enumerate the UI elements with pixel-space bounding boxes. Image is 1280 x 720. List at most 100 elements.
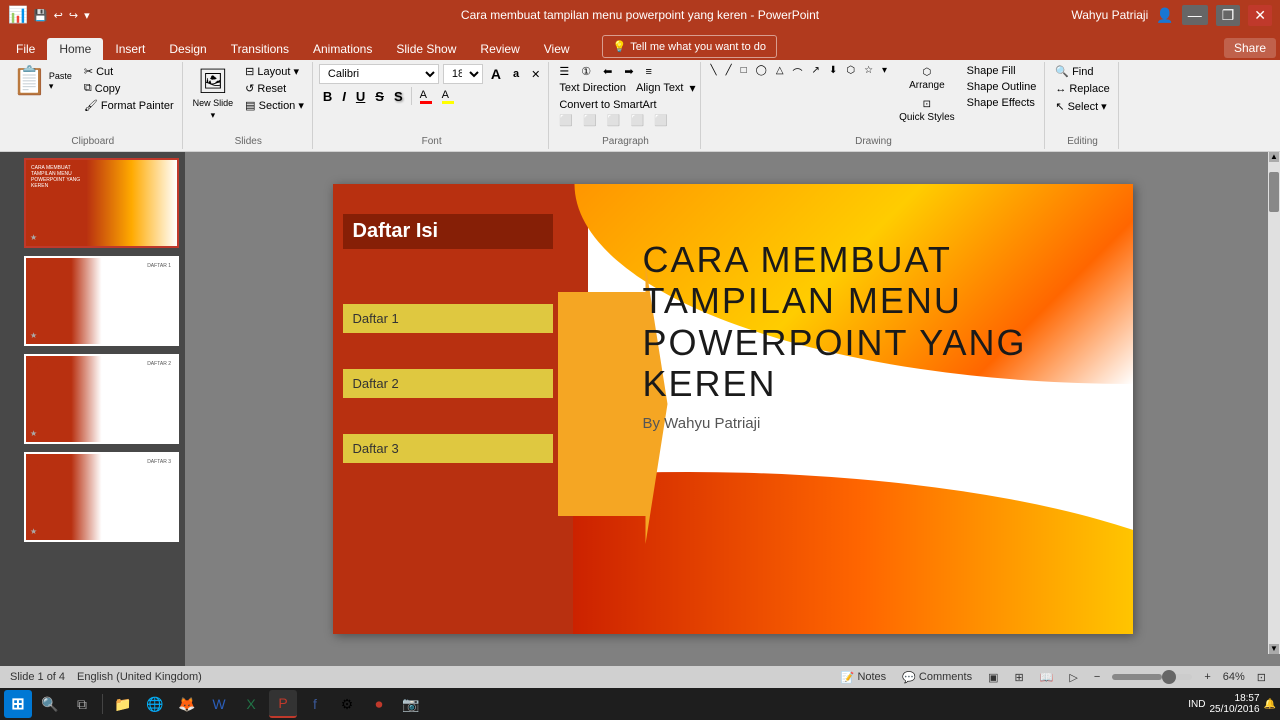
numbering-btn[interactable]: ① — [577, 64, 595, 79]
taskbar-firefox-btn[interactable]: 🦊 — [173, 690, 201, 718]
minimize-btn[interactable]: — — [1182, 5, 1208, 25]
restore-btn[interactable]: ❐ — [1216, 5, 1241, 26]
view-slide-sorter-btn[interactable]: ⊞ — [1010, 670, 1027, 685]
tab-design[interactable]: Design — [157, 38, 218, 60]
taskbar-word-btn[interactable]: W — [205, 690, 233, 718]
zoom-in-btn[interactable]: + — [1200, 670, 1214, 684]
shape-btn-more[interactable]: ▾ — [878, 64, 891, 81]
replace-btn[interactable]: ↔ Replace — [1051, 82, 1113, 96]
section-btn[interactable]: ▤ Section ▾ — [241, 98, 308, 113]
line-spacing-btn[interactable]: ≡ — [642, 65, 656, 79]
share-btn[interactable]: Share — [1224, 38, 1276, 58]
shape-btn-7[interactable]: ↗ — [808, 64, 824, 81]
font-color-btn[interactable]: A — [416, 88, 436, 105]
increase-indent-btn[interactable]: ➡ — [620, 64, 637, 79]
zoom-slider-thumb[interactable] — [1162, 670, 1176, 684]
start-btn[interactable]: ⊞ — [4, 690, 32, 718]
view-reading-btn[interactable]: 📖 — [1036, 670, 1058, 685]
tab-transitions[interactable]: Transitions — [219, 38, 301, 60]
align-left-btn[interactable]: ⬜ — [555, 113, 577, 128]
vertical-scrollbar[interactable]: ▲ ▼ — [1268, 152, 1280, 654]
taskbar-rec-btn[interactable]: ⏺ — [365, 690, 393, 718]
shape-outline-btn[interactable]: Shape Outline — [963, 80, 1041, 94]
strikethrough-btn[interactable]: S — [371, 88, 388, 105]
taskbar-notification-btn[interactable]: 🔔 — [1264, 699, 1276, 710]
comments-btn[interactable]: 💬 Comments — [898, 670, 976, 685]
justify-btn[interactable]: ⬜ — [626, 113, 648, 128]
bullets-btn[interactable]: ☰ — [555, 64, 573, 79]
tab-slide-show[interactable]: Slide Show — [384, 38, 468, 60]
close-btn[interactable]: ✕ — [1248, 5, 1272, 26]
tab-insert[interactable]: Insert — [103, 38, 157, 60]
format-painter-btn[interactable]: 🖌 Format Painter — [80, 98, 178, 113]
reset-btn[interactable]: ↺ Reset — [241, 81, 308, 96]
align-right-btn[interactable]: ⬜ — [603, 113, 625, 128]
align-text-btn[interactable]: Align Text — [632, 81, 688, 95]
decrease-indent-btn[interactable]: ⬅ — [599, 64, 616, 79]
font-name-select[interactable]: Calibri — [319, 64, 439, 84]
zoom-slider[interactable] — [1112, 674, 1192, 680]
slide-thumb-1[interactable]: CARA MEMBUAT TAMPILAN MENU POWERPOINT YA… — [24, 158, 179, 248]
customize-qat-btn[interactable]: ▾ — [84, 9, 90, 22]
taskbar-explorer-btn[interactable]: 📁 — [109, 690, 137, 718]
shadow-btn[interactable]: S — [390, 88, 407, 105]
select-btn[interactable]: ↖ Select ▾ — [1051, 99, 1113, 114]
taskbar-chrome-btn[interactable]: 🌐 — [141, 690, 169, 718]
taskbar-fb-btn[interactable]: f — [301, 690, 329, 718]
menu-item-2[interactable]: Daftar 2 — [343, 369, 553, 398]
slide-canvas-area[interactable]: Daftar Isi Daftar 1 Daftar 2 Daftar 3 CA… — [185, 152, 1280, 666]
shape-btn-9[interactable]: ⬡ — [842, 64, 859, 81]
view-normal-btn[interactable]: ▣ — [984, 670, 1002, 685]
text-direction-btn[interactable]: Text Direction — [555, 81, 630, 95]
layout-btn[interactable]: ⊟ Layout ▾ — [241, 64, 308, 79]
copy-btn[interactable]: ⧉ Copy — [80, 81, 178, 96]
shape-fill-btn[interactable]: Shape Fill — [963, 64, 1041, 78]
align-center-btn[interactable]: ⬜ — [579, 113, 601, 128]
taskbar-ppt-btn[interactable]: P — [269, 690, 297, 718]
shape-btn-3[interactable]: □ — [737, 64, 751, 81]
menu-item-3[interactable]: Daftar 3 — [343, 434, 553, 463]
scroll-thumb[interactable] — [1269, 172, 1279, 212]
arrange-btn[interactable]: ⬡ Arrange — [895, 64, 959, 94]
tab-review[interactable]: Review — [468, 38, 531, 60]
tab-home[interactable]: Home — [47, 38, 103, 60]
new-slide-btn[interactable]: 🖼 New Slide ▾ — [189, 64, 238, 124]
taskbar-excel-btn[interactable]: X — [237, 690, 265, 718]
highlight-btn[interactable]: A — [438, 88, 458, 105]
fit-slide-btn[interactable]: ⊡ — [1253, 670, 1270, 685]
slide-thumb-2[interactable]: DAFTAR 1 ★ — [24, 256, 179, 346]
tell-me-search[interactable]: 💡 Tell me what you want to do — [602, 35, 777, 58]
clear-format-btn[interactable]: ✕ — [527, 67, 544, 82]
taskbar-task-view-btn[interactable]: ⧉ — [68, 690, 96, 718]
taskbar-search-btn[interactable]: 🔍 — [36, 690, 64, 718]
font-size-select[interactable]: 18 — [443, 64, 483, 84]
redo-qat-btn[interactable]: ↪ — [69, 9, 78, 22]
shape-effects-btn[interactable]: Shape Effects — [963, 96, 1041, 110]
slide-thumb-4[interactable]: DAFTAR 3 ★ — [24, 452, 179, 542]
shape-btn-6[interactable]: ⌒ — [789, 64, 807, 81]
paste-btn[interactable]: 📋 Paste ▾ — [8, 64, 76, 98]
shape-btn-1[interactable]: ╲ — [707, 64, 721, 81]
menu-item-1[interactable]: Daftar 1 — [343, 304, 553, 333]
shape-btn-2[interactable]: ╱ — [722, 64, 736, 81]
taskbar-cam-btn[interactable]: 📷 — [397, 690, 425, 718]
italic-btn[interactable]: I — [338, 88, 350, 105]
shrink-font-btn[interactable]: a — [509, 67, 523, 81]
scroll-up-btn[interactable]: ▲ — [1269, 152, 1279, 162]
slide-thumb-3[interactable]: DAFTAR 2 ★ — [24, 354, 179, 444]
find-btn[interactable]: 🔍 Find — [1051, 64, 1113, 79]
tab-view[interactable]: View — [532, 38, 582, 60]
view-slideshow-btn[interactable]: ▷ — [1065, 670, 1081, 685]
scroll-down-btn[interactable]: ▼ — [1269, 644, 1279, 654]
cut-btn[interactable]: ✂ Cut — [80, 64, 178, 79]
shape-btn-10[interactable]: ☆ — [860, 64, 877, 81]
bold-btn[interactable]: B — [319, 88, 336, 105]
underline-btn[interactable]: U — [352, 88, 369, 105]
shape-btn-4[interactable]: ◯ — [752, 64, 771, 81]
grow-font-btn[interactable]: A — [487, 65, 505, 83]
shape-btn-8[interactable]: ⬇ — [825, 64, 841, 81]
notes-btn[interactable]: 📝 Notes — [837, 670, 890, 685]
tab-animations[interactable]: Animations — [301, 38, 384, 60]
quick-styles-btn[interactable]: ⊡ Quick Styles — [895, 96, 959, 126]
zoom-out-btn[interactable]: − — [1090, 670, 1104, 684]
